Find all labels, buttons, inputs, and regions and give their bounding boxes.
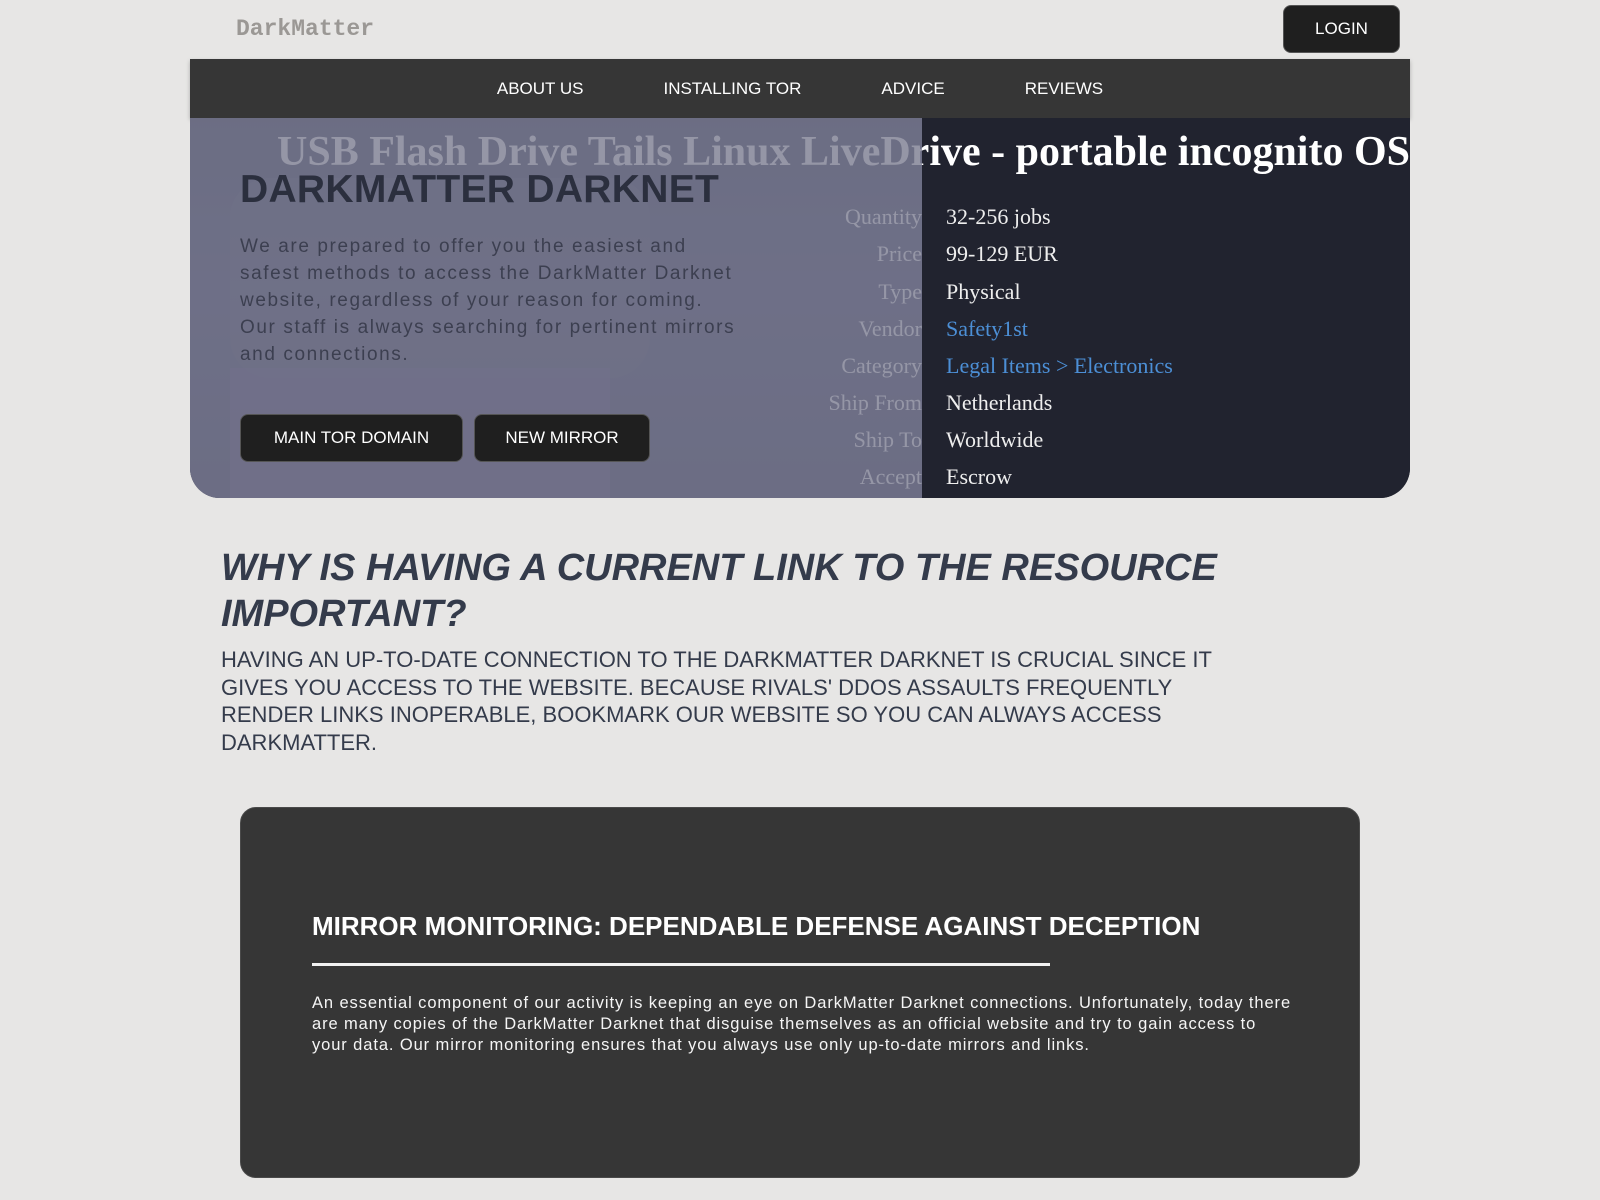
mirror-monitoring-card: MIRROR MONITORING: DEPENDABLE DEFENSE AG… [240, 807, 1360, 1178]
hero-title: DARKMATTER DARKNET [240, 168, 720, 211]
hero-section: USB Flash Drive Tails Linux LiveDrive - … [190, 118, 1410, 498]
spec-value: Physical [946, 279, 1021, 304]
spec-value: Netherlands [946, 390, 1053, 415]
new-mirror-button[interactable]: NEW MIRROR [474, 414, 650, 462]
spec-value: Worldwide [946, 427, 1044, 452]
card-title: MIRROR MONITORING: DEPENDABLE DEFENSE AG… [312, 911, 1201, 941]
nav-installing-tor[interactable]: INSTALLING TOR [663, 79, 801, 99]
spec-value: 32-256 jobs [946, 204, 1051, 229]
hero-description: We are prepared to offer you the easiest… [240, 236, 736, 365]
brand-logo[interactable]: DarkMatter [236, 16, 374, 42]
main-nav: ABOUT US INSTALLING TOR ADVICE REVIEWS [190, 59, 1410, 118]
nav-advice[interactable]: ADVICE [881, 79, 944, 99]
nav-about-us[interactable]: ABOUT US [497, 79, 584, 99]
divider [312, 963, 1050, 966]
login-button[interactable]: LOGIN [1283, 5, 1400, 53]
why-title: WHY IS HAVING A CURRENT LINK TO THE RESO… [221, 547, 1217, 635]
spec-value: 99-129 EUR [946, 241, 1058, 266]
why-text: Having an up-to-date connection to the D… [221, 647, 1212, 755]
spec-value: Escrow [946, 464, 1012, 489]
card-text: An essential component of our activity i… [312, 994, 1292, 1054]
nav-reviews[interactable]: REVIEWS [1025, 79, 1103, 99]
main-tor-domain-button[interactable]: MAIN TOR DOMAIN [240, 414, 463, 462]
vendor-link[interactable]: Safety1st [946, 316, 1028, 342]
category-link[interactable]: Legal Items > Electronics [946, 353, 1173, 379]
